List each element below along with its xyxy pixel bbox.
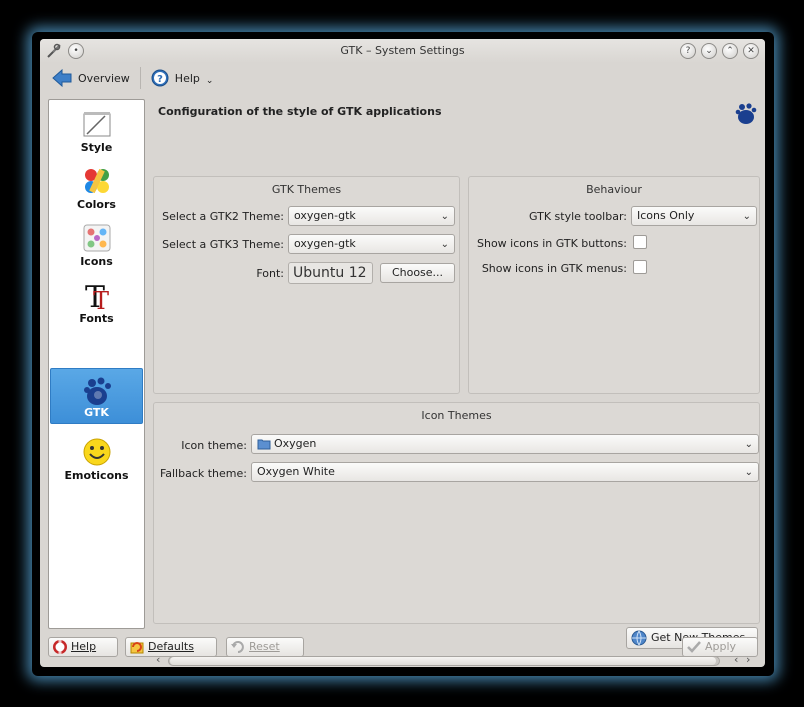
fallback-theme-select[interactable]: Oxygen White ⌄ — [251, 462, 759, 482]
toolbar-style-label: GTK style toolbar: — [528, 210, 627, 223]
font-label: Font: — [256, 267, 284, 280]
context-help-button[interactable]: ? — [680, 43, 696, 59]
window-title: GTK – System Settings — [340, 44, 465, 57]
help-button[interactable]: Help — [48, 637, 118, 657]
main-toolbar: Overview ? Help ⌄ — [40, 63, 765, 93]
sidebar-item-colors[interactable]: Colors — [50, 159, 143, 215]
close-button[interactable]: ✕ — [743, 43, 759, 59]
icon-theme-label: Icon theme: — [181, 439, 247, 452]
overview-button[interactable]: Overview — [46, 66, 136, 90]
emoticons-icon — [83, 438, 111, 466]
sidebar-item-emoticons[interactable]: Emoticons — [50, 430, 143, 486]
chevron-down-icon: ⌄ — [742, 211, 751, 222]
sidebar-item-label: GTK — [84, 406, 109, 419]
chevron-down-icon: ⌄ — [440, 211, 449, 222]
overview-label: Overview — [78, 71, 130, 85]
choose-font-button[interactable]: Choose... — [380, 263, 455, 283]
chevron-down-icon: ⌄ — [205, 76, 214, 86]
svg-text:?: ? — [157, 74, 163, 85]
defaults-button[interactable]: Defaults — [125, 637, 217, 657]
sidebar-item-label: Emoticons — [64, 469, 129, 482]
buttons-icons-label: Show icons in GTK buttons: — [476, 237, 627, 250]
defaults-button-label: Defaults — [148, 640, 194, 653]
toolbar-style-select[interactable]: Icons Only ⌄ — [631, 206, 757, 226]
toolbar-separator — [139, 67, 141, 89]
gtk-icon — [84, 377, 111, 405]
chevron-down-icon: ⌄ — [440, 239, 449, 250]
style-icon — [83, 112, 111, 137]
icon-theme-value: Oxygen — [274, 437, 317, 450]
help-icon — [53, 640, 67, 654]
icon-theme-select[interactable]: Oxygen ⌄ — [251, 434, 759, 454]
gtk3-theme-select[interactable]: oxygen-gtk ⌄ — [288, 234, 455, 254]
behaviour-title: Behaviour — [586, 183, 642, 196]
svg-text:T: T — [93, 287, 109, 311]
reset-button-label: Reset — [249, 640, 280, 653]
icons-icon — [83, 224, 111, 252]
gtk-themes-panel: GTK Themes Select a GTK2 Theme: oxygen-g… — [153, 176, 460, 394]
gtk-settings-content: Configuration of the style of GTK applic… — [152, 99, 762, 666]
fallback-theme-label: Fallback theme: — [159, 467, 247, 480]
help-menu-button[interactable]: ? Help ⌄ — [145, 66, 220, 90]
apply-button-label: Apply — [705, 640, 737, 653]
folder-icon — [257, 439, 271, 450]
icon-themes-panel: Icon Themes Icon theme: Oxygen ⌄ Fallbac… — [153, 402, 760, 624]
back-arrow-icon — [52, 69, 72, 87]
sidebar-item-label: Fonts — [79, 312, 114, 325]
gtk3-theme-value: oxygen-gtk — [294, 237, 356, 250]
gtk2-theme-select[interactable]: oxygen-gtk ⌄ — [288, 206, 455, 226]
maximize-button[interactable]: ⌃ — [722, 43, 738, 59]
menus-icons-label: Show icons in GTK menus: — [481, 262, 627, 275]
help-icon: ? — [151, 69, 169, 87]
undo-icon — [231, 641, 244, 653]
toolbar-style-value: Icons Only — [637, 209, 695, 222]
check-icon — [687, 641, 701, 653]
buttons-icons-checkbox[interactable] — [633, 235, 647, 249]
menus-icons-checkbox[interactable] — [633, 260, 647, 274]
font-preview: Ubuntu 12 — [288, 262, 373, 284]
chevron-down-icon: ⌄ — [744, 467, 753, 478]
title-bar[interactable]: • GTK – System Settings ? ⌄ ⌃ ✕ — [40, 39, 765, 63]
dialog-button-bar: Help Defaults Reset Apply — [40, 632, 765, 662]
sidebar-item-icons[interactable]: Icons — [50, 216, 143, 272]
reset-button[interactable]: Reset — [226, 637, 304, 657]
gtk-logo-icon — [735, 103, 757, 124]
icon-themes-title: Icon Themes — [421, 409, 492, 422]
apply-button[interactable]: Apply — [682, 637, 758, 657]
page-title: Configuration of the style of GTK applic… — [158, 105, 442, 118]
fallback-theme-value: Oxygen White — [257, 465, 335, 478]
sidebar-item-label: Colors — [77, 198, 116, 211]
gtk2-theme-value: oxygen-gtk — [294, 209, 356, 222]
defaults-icon — [130, 642, 144, 654]
sidebar-item-label: Icons — [80, 255, 113, 268]
sidebar-item-fonts[interactable]: TT Fonts — [50, 273, 143, 329]
system-settings-window: • GTK – System Settings ? ⌄ ⌃ ✕ Overview… — [40, 39, 765, 667]
gtk3-theme-label: Select a GTK3 Theme: — [162, 238, 284, 251]
fonts-icon: TT — [85, 280, 109, 311]
gtk-themes-title: GTK Themes — [271, 183, 342, 196]
category-sidebar: Style Colors Icons TT Fonts GTK Emoticon… — [48, 99, 145, 629]
sidebar-item-gtk[interactable]: GTK — [50, 368, 143, 424]
colors-icon — [85, 168, 109, 194]
minimize-button[interactable]: ⌄ — [701, 43, 717, 59]
behaviour-panel: Behaviour GTK style toolbar: Icons Only … — [468, 176, 760, 394]
help-button-label: Help — [71, 640, 97, 653]
gtk2-theme-label: Select a GTK2 Theme: — [162, 210, 284, 223]
sidebar-item-style[interactable]: Style — [50, 102, 143, 158]
help-label: Help — [174, 71, 200, 85]
sidebar-item-label: Style — [80, 141, 113, 154]
chevron-down-icon: ⌄ — [744, 439, 753, 450]
